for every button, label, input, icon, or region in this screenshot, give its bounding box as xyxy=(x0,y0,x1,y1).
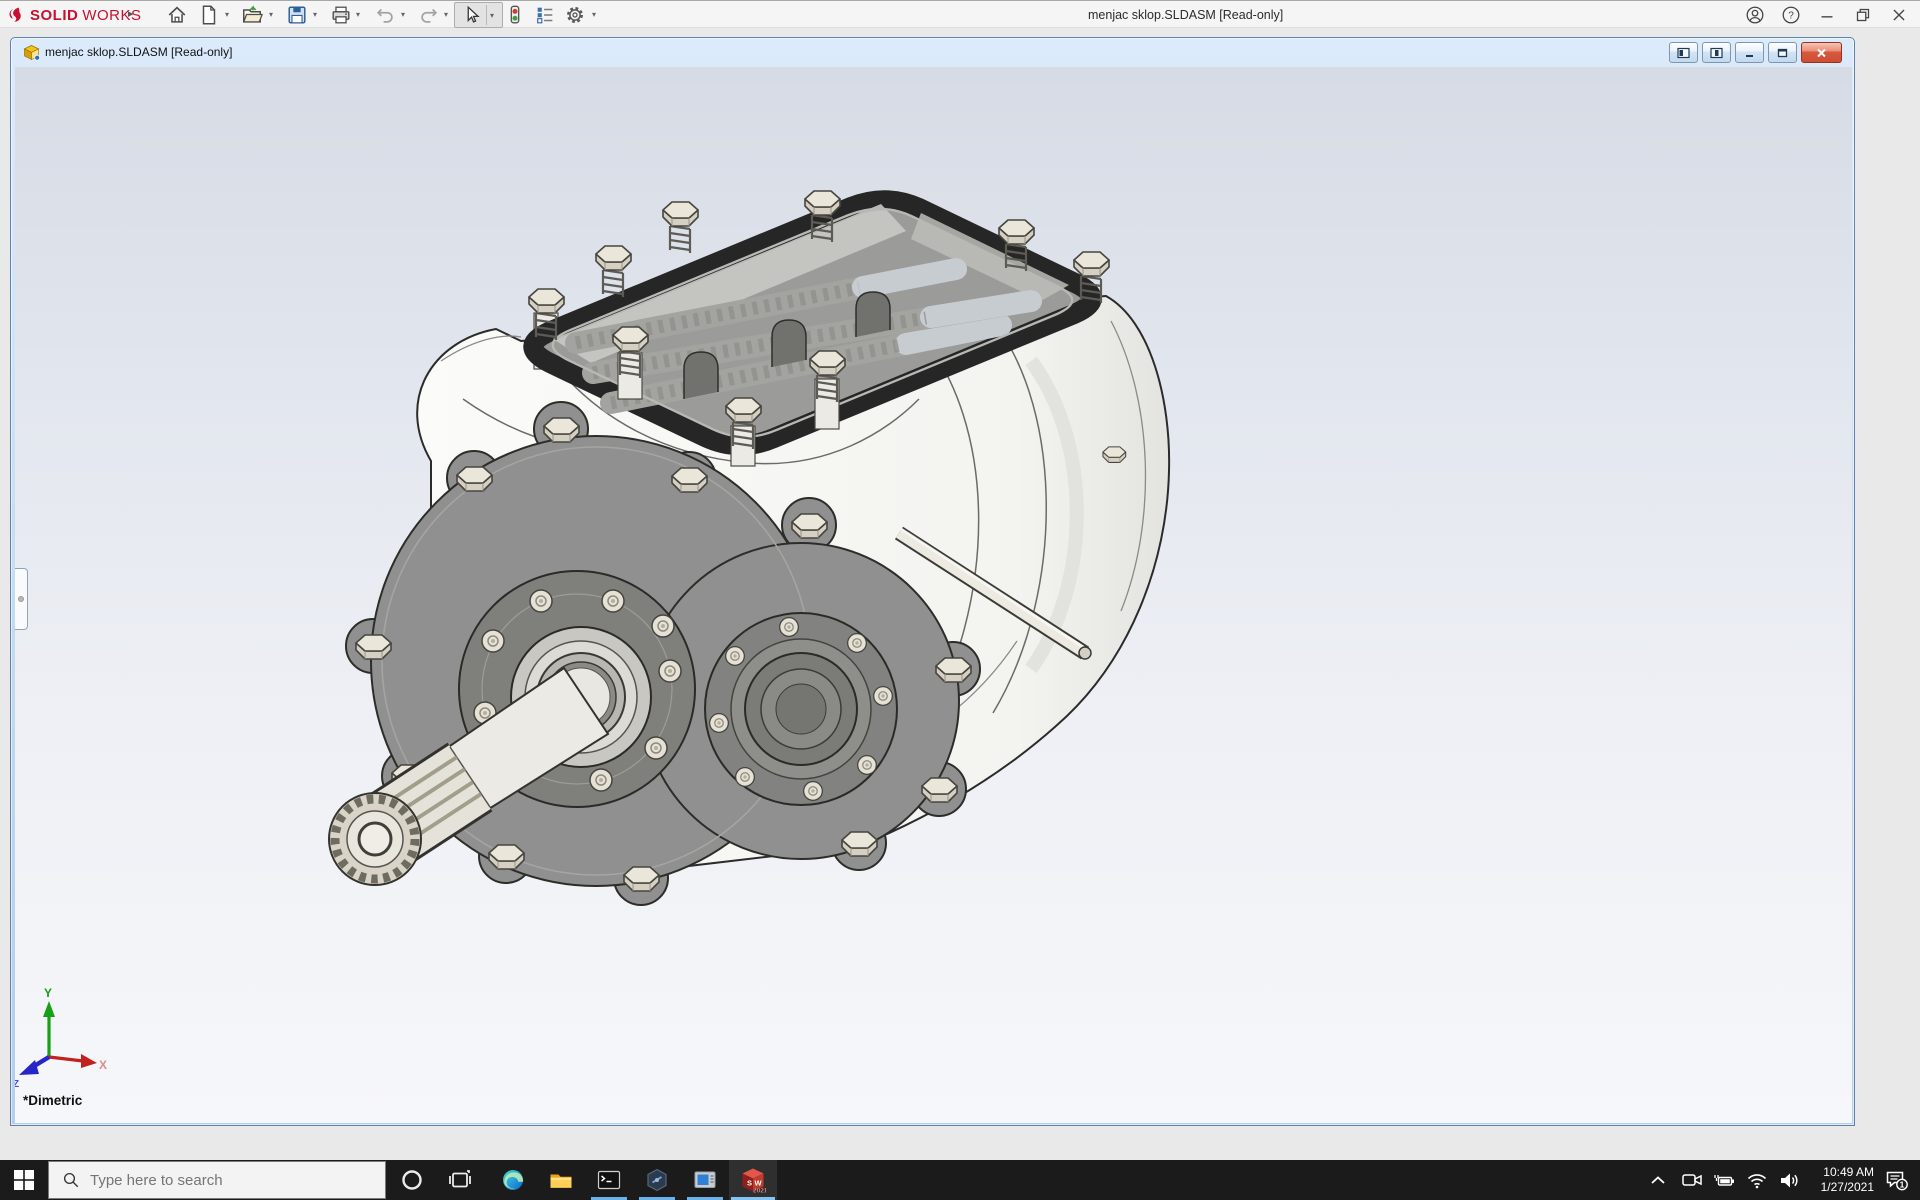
new-document-caret[interactable]: ▾ xyxy=(225,10,229,19)
select-divider xyxy=(486,5,487,25)
workspace-background: menjac sklop.SLDASM [Read-only] xyxy=(0,28,1920,1160)
menu-expand-arrow[interactable]: ▸ xyxy=(128,7,134,20)
edge-icon[interactable] xyxy=(489,1160,537,1200)
document-close-button[interactable] xyxy=(1801,42,1842,63)
feature-pane-collapsed-tab[interactable] xyxy=(15,568,28,630)
home-icon[interactable] xyxy=(166,4,188,26)
undo-caret[interactable]: ▾ xyxy=(401,10,405,19)
taskbar-search[interactable] xyxy=(48,1161,386,1199)
select-cursor-icon[interactable] xyxy=(460,4,482,26)
document-minimize-button[interactable] xyxy=(1735,42,1764,63)
window-title: menjac sklop.SLDASM [Read-only] xyxy=(1088,1,1283,29)
assembly-document-icon xyxy=(23,44,40,61)
help-icon[interactable]: ? xyxy=(1779,4,1803,26)
redo-icon[interactable] xyxy=(418,4,440,26)
hidden-icons-chevron[interactable] xyxy=(1646,1168,1670,1192)
print-icon[interactable] xyxy=(330,4,352,26)
solidworks-taskbar-icon[interactable]: S W 2021 xyxy=(729,1160,777,1200)
document-titlebar[interactable]: menjac sklop.SLDASM [Read-only] xyxy=(11,38,1854,67)
orientation-triad: Y X Z xyxy=(15,986,107,1090)
redo-caret[interactable]: ▾ xyxy=(444,10,448,19)
options-caret[interactable]: ▾ xyxy=(592,10,596,19)
save-icon[interactable] xyxy=(286,4,308,26)
cad-tool-icon[interactable] xyxy=(633,1160,681,1200)
output-hub xyxy=(705,613,897,805)
cortana-button[interactable] xyxy=(388,1160,436,1200)
command-prompt-icon[interactable] xyxy=(585,1160,633,1200)
graphics-viewport[interactable]: Y X Z *Dimetric xyxy=(15,67,1852,1123)
splined-coupling xyxy=(329,793,421,885)
triad-x-label: X xyxy=(99,1058,107,1072)
search-input[interactable] xyxy=(90,1172,360,1189)
solidworks-screen: SOLIDWORKS ▸ ▾ ▾ ▾ ▾ ▾ ▾ ▾ ▾ menjac sklo… xyxy=(0,0,1920,1200)
solidworks-flame-icon xyxy=(8,6,26,24)
triad-y-label: Y xyxy=(44,986,52,1000)
sw-year: 2021 xyxy=(753,1188,766,1194)
tray-date: 1/27/2021 xyxy=(1804,1180,1874,1195)
select-caret[interactable]: ▾ xyxy=(490,11,494,20)
file-explorer-icon[interactable] xyxy=(537,1160,585,1200)
file-properties-icon[interactable] xyxy=(534,4,556,26)
close-button[interactable] xyxy=(1887,4,1911,26)
task-view-button[interactable] xyxy=(436,1160,484,1200)
save-caret[interactable]: ▾ xyxy=(313,10,317,19)
new-document-icon[interactable] xyxy=(198,4,220,26)
app-titlebar: SOLIDWORKS ▸ ▾ ▾ ▾ ▾ ▾ ▾ ▾ ▾ menjac sklo… xyxy=(0,0,1920,28)
open-icon[interactable] xyxy=(241,4,263,26)
battery-icon[interactable] xyxy=(1712,1168,1736,1192)
notification-badge: 1 xyxy=(1900,1180,1905,1190)
sw-letter-w: W xyxy=(755,1179,763,1188)
gearbox-assembly-model: Y X Z xyxy=(15,67,1849,1123)
undo-icon[interactable] xyxy=(374,4,396,26)
taskbar-clock[interactable]: 10:49 AM 1/27/2021 xyxy=(1804,1165,1874,1195)
meet-now-icon[interactable] xyxy=(1680,1168,1704,1192)
display-app-icon[interactable] xyxy=(681,1160,729,1200)
start-button[interactable] xyxy=(0,1160,48,1200)
windows-taskbar: S W 2021 10:49 AM 1/27/2021 1 xyxy=(0,1160,1920,1200)
triad-z-label: Z xyxy=(15,1079,19,1090)
brand-solid: SOLID xyxy=(30,7,78,24)
document-restore-button[interactable] xyxy=(1768,42,1797,63)
options-gear-icon[interactable] xyxy=(564,4,586,26)
document-title: menjac sklop.SLDASM [Read-only] xyxy=(45,38,232,67)
tray-time: 10:49 AM xyxy=(1804,1165,1874,1180)
minimize-button[interactable] xyxy=(1815,4,1839,26)
open-caret[interactable]: ▾ xyxy=(269,10,273,19)
document-window: menjac sklop.SLDASM [Read-only] xyxy=(10,37,1855,1126)
sw-letter-s: S xyxy=(747,1179,752,1188)
select-tool-box[interactable]: ▾ xyxy=(454,2,503,28)
search-icon xyxy=(62,1171,80,1189)
svg-text:?: ? xyxy=(1788,11,1794,22)
account-icon[interactable] xyxy=(1743,4,1767,26)
wifi-icon[interactable] xyxy=(1745,1168,1769,1192)
view-orientation-label: *Dimetric xyxy=(23,1093,82,1108)
toggle-display-pane-button[interactable] xyxy=(1702,42,1731,63)
rebuild-icon[interactable] xyxy=(504,4,526,26)
toggle-feature-pane-button[interactable] xyxy=(1669,42,1698,63)
volume-icon[interactable] xyxy=(1777,1168,1801,1192)
restore-button[interactable] xyxy=(1851,4,1875,26)
pane-grip-dot xyxy=(18,596,24,602)
print-caret[interactable]: ▾ xyxy=(356,10,360,19)
solidworks-logo: SOLIDWORKS xyxy=(8,1,142,29)
action-center-icon[interactable]: 1 xyxy=(1884,1168,1908,1192)
